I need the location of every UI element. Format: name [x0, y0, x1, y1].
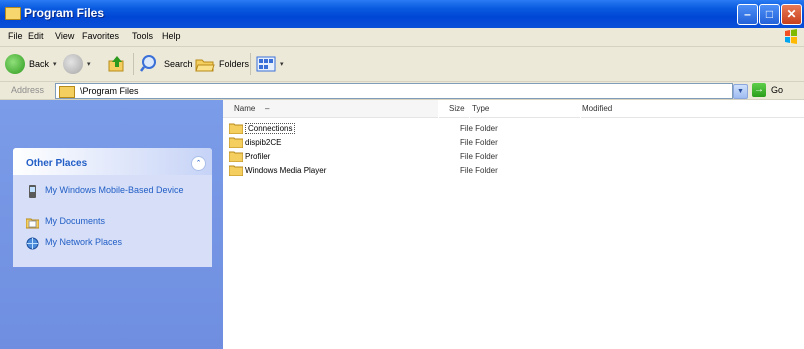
- place-item-label: My Windows Mobile-Based Device: [45, 185, 184, 195]
- documents-folder-icon: [26, 218, 39, 229]
- title-bar[interactable]: Program Files – □ ✕: [0, 0, 804, 28]
- close-button[interactable]: ✕: [781, 4, 802, 25]
- folder-icon: [229, 165, 243, 176]
- folders-button[interactable]: Folders: [195, 52, 249, 76]
- go-arrow-icon: →: [752, 83, 766, 97]
- column-header-name[interactable]: Name –: [223, 100, 438, 118]
- minimize-button[interactable]: –: [737, 4, 758, 25]
- menu-help[interactable]: Help: [162, 31, 181, 41]
- back-label: Back: [29, 59, 50, 69]
- menu-file[interactable]: File: [8, 31, 23, 41]
- place-item-network[interactable]: My Network Places: [26, 237, 122, 250]
- forward-arrow-icon: [63, 54, 83, 74]
- back-arrow-icon: [5, 54, 25, 74]
- file-list[interactable]: Name – Size Type Modified Connections Fi…: [223, 100, 804, 349]
- back-dropdown-icon[interactable]: ▾: [53, 60, 57, 68]
- folders-label: Folders: [219, 59, 250, 69]
- folder-icon: [59, 86, 75, 98]
- column-size-label: Size: [449, 104, 465, 113]
- sort-arrow-icon: –: [265, 104, 270, 113]
- address-value: \Program Files: [80, 86, 139, 96]
- maximize-button[interactable]: □: [759, 4, 780, 25]
- up-folder-icon: [108, 56, 124, 72]
- views-dropdown-icon[interactable]: ▾: [280, 60, 284, 68]
- forward-dropdown-icon[interactable]: ▾: [87, 60, 91, 68]
- go-label: Go: [771, 85, 784, 95]
- search-button[interactable]: Search: [140, 52, 193, 76]
- search-icon: [140, 55, 156, 72]
- file-name: Profiler: [245, 151, 271, 161]
- forward-button[interactable]: ▾: [63, 52, 91, 76]
- column-type-label: Type: [472, 104, 490, 113]
- file-type: File Folder: [460, 124, 498, 133]
- close-icon: ✕: [786, 7, 797, 21]
- column-name-label: Name: [234, 104, 256, 113]
- views-icon: [256, 56, 276, 72]
- address-dropdown-icon[interactable]: ▼: [733, 84, 748, 99]
- list-item[interactable]: Windows Media Player: [229, 164, 326, 176]
- device-icon: [29, 185, 36, 198]
- place-item-documents[interactable]: My Documents: [26, 216, 105, 229]
- place-item-device[interactable]: My Windows Mobile-Based Device: [26, 185, 184, 198]
- menu-edit[interactable]: Edit: [28, 31, 44, 41]
- menu-tools[interactable]: Tools: [132, 31, 153, 41]
- file-type: File Folder: [460, 138, 498, 147]
- other-places-panel: Other Places ⌃ My Windows Mobile-Based D…: [13, 148, 212, 267]
- collapse-chevron-icon[interactable]: ⌃: [191, 156, 206, 171]
- windows-logo-icon: [785, 29, 797, 44]
- file-name: Windows Media Player: [245, 165, 327, 175]
- toolbar-separator: [250, 53, 251, 75]
- folders-icon: [195, 59, 215, 72]
- menu-bar: File Edit View Favorites Tools Help: [0, 28, 804, 47]
- list-item[interactable]: Connections: [229, 122, 296, 134]
- folder-icon: [5, 7, 21, 20]
- up-button[interactable]: [108, 52, 126, 76]
- views-button[interactable]: ▾: [256, 52, 284, 76]
- folder-icon: [229, 123, 243, 134]
- search-label: Search: [164, 59, 193, 69]
- place-item-label: My Documents: [45, 216, 106, 226]
- menu-favorites[interactable]: Favorites: [82, 31, 119, 41]
- address-bar: Address \Program Files ▼ → Go: [0, 82, 804, 100]
- column-header-type[interactable]: Type: [470, 100, 580, 118]
- window-title: Program Files: [24, 6, 105, 20]
- folder-icon: [229, 137, 243, 148]
- list-item[interactable]: dispib2CE: [229, 136, 281, 148]
- menu-view[interactable]: View: [55, 31, 74, 41]
- list-item[interactable]: Profiler: [229, 150, 270, 162]
- file-type: File Folder: [460, 166, 498, 175]
- file-type: File Folder: [460, 152, 498, 161]
- column-modified-label: Modified: [582, 104, 613, 113]
- task-pane: Other Places ⌃ My Windows Mobile-Based D…: [0, 100, 223, 349]
- file-name: Connections: [245, 122, 296, 134]
- folder-icon: [229, 151, 243, 162]
- back-button[interactable]: Back ▾: [5, 52, 57, 76]
- address-input[interactable]: \Program Files: [55, 83, 733, 99]
- toolbar: Back ▾ ▾ Search Folders ▾: [0, 47, 804, 82]
- maximize-icon: □: [765, 7, 774, 21]
- go-button[interactable]: → Go: [752, 83, 783, 97]
- toolbar-separator: [133, 53, 134, 75]
- other-places-header[interactable]: Other Places ⌃: [13, 148, 212, 175]
- column-header-size[interactable]: Size: [439, 100, 469, 118]
- file-name: dispib2CE: [245, 137, 282, 147]
- network-places-icon: [26, 237, 39, 250]
- column-header-modified[interactable]: Modified: [581, 100, 804, 118]
- address-label: Address: [11, 85, 45, 95]
- place-item-label: My Network Places: [45, 237, 123, 247]
- other-places-title: Other Places: [26, 158, 88, 169]
- minimize-icon: –: [744, 7, 751, 21]
